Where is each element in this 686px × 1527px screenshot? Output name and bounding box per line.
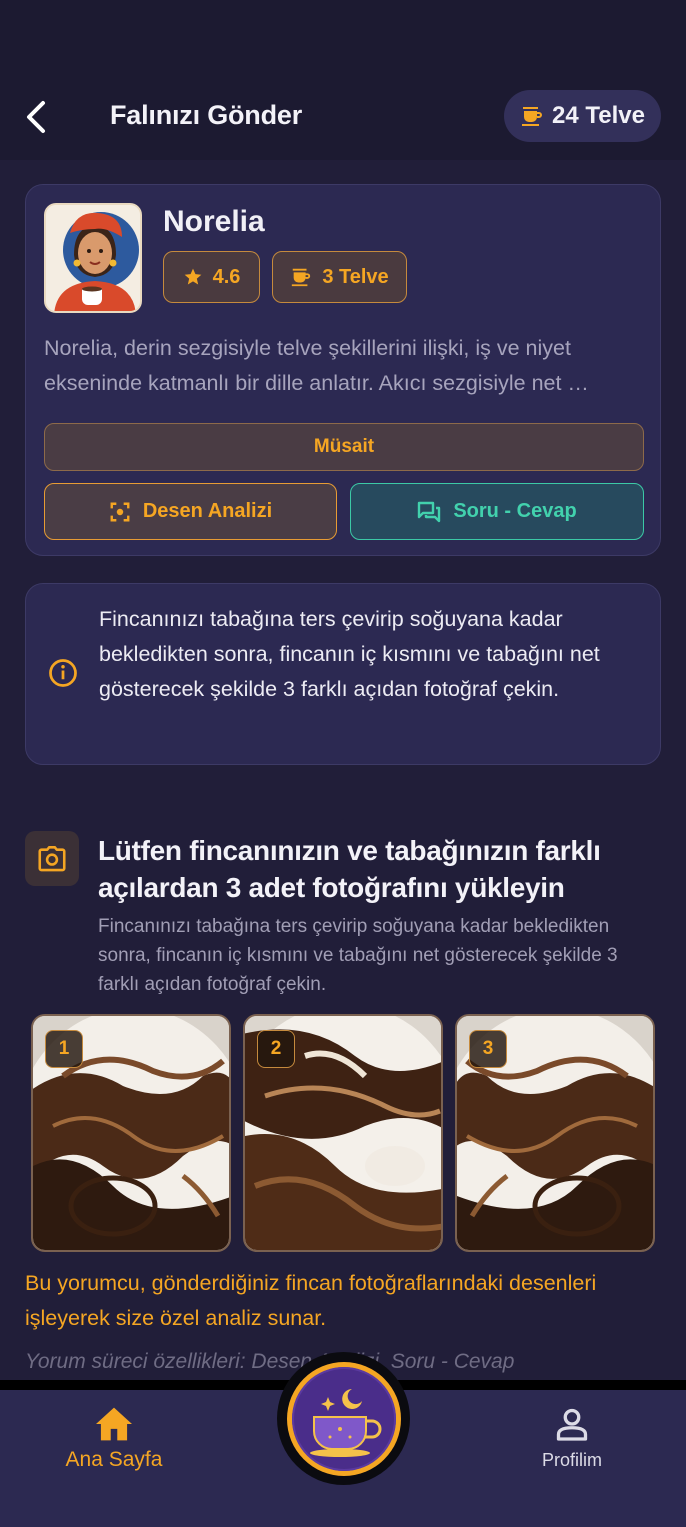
telve-balance-badge[interactable]: 24 Telve [504, 90, 661, 142]
upload-title: Lütfen fincanınızın ve tabağınızın farkl… [98, 835, 601, 903]
instruction-text: Fincanınızı tabağına ters çevirip soğuya… [99, 607, 600, 701]
photo-number-badge: 3 [469, 1030, 507, 1068]
price-chip: 3 Telve [272, 251, 407, 303]
rating-chip: 4.6 [163, 251, 260, 303]
back-button[interactable] [18, 96, 54, 138]
photo-number-badge: 2 [257, 1030, 295, 1068]
upload-subtitle: Fincanınızı tabağına ters çevirip soğuya… [98, 916, 618, 995]
chat-bubbles-icon [418, 501, 441, 522]
reader-description-line-1: Norelia, derin sezgisiyle telve şekiller… [44, 336, 571, 360]
chevron-left-icon [27, 101, 45, 133]
nav-profile-label: Profilim [541, 1450, 602, 1470]
cup-photo-1[interactable]: 1 [31, 1014, 231, 1252]
page-title: Falınızı Gönder [110, 100, 303, 130]
home-icon [96, 1407, 132, 1441]
cup-photo-3[interactable]: 3 [455, 1014, 655, 1252]
rating-value: 4.6 [212, 265, 241, 288]
telve-balance-value: 24 Telve [552, 102, 645, 129]
reader-analysis-note: Bu yorumcu, gönderdiğiniz fincan fotoğra… [25, 1271, 597, 1330]
fortune-cup-ring [286, 1361, 401, 1476]
person-icon [556, 1408, 588, 1441]
magic-coffee-cup-icon [291, 1366, 396, 1471]
reader-card[interactable]: Norelia 4.6 3 Telve Norelia, derin sezgi… [25, 184, 661, 556]
fortune-cup-core [291, 1366, 396, 1471]
availability-status: Müsait [44, 423, 644, 471]
cup-photo-2[interactable]: 2 [243, 1014, 443, 1252]
reader-description-line-2: ekseninde katmanlı bir dille anlatır. Ak… [44, 371, 589, 395]
info-icon [49, 659, 77, 687]
photo-number-badge: 1 [45, 1030, 83, 1068]
nav-home[interactable]: Ana Sayfa [58, 1406, 170, 1472]
fortune-cup-button[interactable] [277, 1352, 410, 1485]
upload-section-icon [25, 831, 79, 886]
question-answer-button[interactable]: Soru - Cevap [350, 483, 644, 540]
camera-icon [38, 845, 66, 871]
pattern-analysis-label: Desen Analizi [142, 500, 273, 522]
instruction-card: Fincanınızı tabağına ters çevirip soğuya… [25, 583, 661, 765]
pattern-analysis-button[interactable]: Desen Analizi [44, 483, 337, 540]
coffee-cup-icon [522, 107, 543, 126]
nav-profile[interactable]: Profilim [522, 1406, 622, 1471]
scan-focus-icon [110, 502, 130, 521]
price-value: 3 Telve [322, 265, 389, 288]
reader-description: Norelia, derin sezgisiyle telve şekiller… [44, 331, 646, 401]
nav-home-label: Ana Sayfa [65, 1448, 163, 1471]
star-icon [184, 268, 201, 285]
coffee-cup-icon [292, 268, 311, 287]
reader-name: Norelia [163, 205, 265, 238]
question-answer-label: Soru - Cevap [453, 500, 577, 522]
reader-avatar [44, 203, 142, 313]
